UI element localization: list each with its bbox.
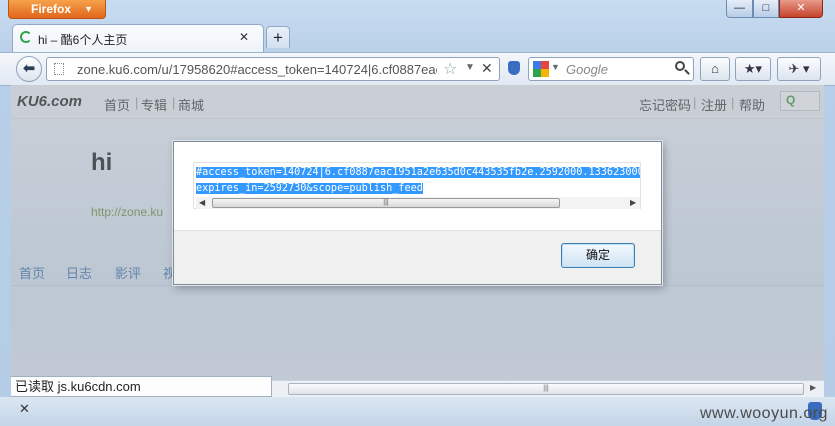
bookmark-star-icon[interactable]: ☆ [443, 59, 457, 79]
chevron-down-icon: ▼ [84, 4, 93, 14]
home-icon: ⌂ [711, 61, 719, 76]
close-icon[interactable]: ✕ [19, 401, 30, 417]
firefox-menu-button[interactable]: Firefox ▼ [8, 0, 106, 19]
back-arrow-icon: ⬅ [22, 60, 36, 77]
navigation-toolbar: ⬅ zone.ku6.com/u/17958620#access_token=1… [0, 52, 835, 86]
url-text[interactable]: zone.ku6.com/u/17958620#access_token=140… [77, 62, 437, 77]
search-bar[interactable]: ▼ Google [528, 57, 694, 81]
tab-close-icon[interactable]: ✕ [239, 30, 249, 44]
scroll-left-icon[interactable]: ◀ [199, 197, 205, 209]
google-engine-icon[interactable] [533, 61, 549, 77]
loading-spinner-icon [20, 31, 32, 43]
dialog-content: #access_token=140724|6.cf0887eac1951a2e6… [174, 142, 661, 231]
scrollbar-thumb[interactable]: ||| [212, 198, 560, 208]
search-placeholder[interactable]: Google [566, 62, 608, 77]
firefox-button-label: Firefox [31, 2, 72, 16]
page-identity-icon[interactable] [54, 63, 64, 75]
tab-title: hi – 酷6个人主页 [38, 33, 128, 47]
url-bar[interactable]: zone.ku6.com/u/17958620#access_token=140… [46, 57, 500, 81]
dialog-message-line-2: expires_in=2592730&scope=publish_feed [196, 183, 423, 194]
dialog-message-line-1: #access_token=140724|6.cf0887eac1951a2e6… [196, 167, 640, 178]
new-tab-button[interactable]: + [266, 26, 290, 48]
search-icon[interactable] [675, 61, 685, 71]
tab-active[interactable]: hi – 酷6个人主页 ✕ [12, 24, 264, 52]
url-history-dropdown-icon[interactable]: ▼ [465, 62, 475, 73]
ok-button[interactable]: 确定 [561, 243, 635, 268]
extension-button[interactable]: ✈ ▾ [777, 57, 821, 81]
scroll-right-icon[interactable]: ▶ [810, 383, 816, 392]
dialog-message[interactable]: #access_token=140724|6.cf0887eac1951a2e6… [196, 165, 640, 197]
addon-icon[interactable] [508, 61, 520, 75]
maximize-button[interactable]: □ [753, 0, 779, 18]
status-text: 已读取 js.ku6cdn.com [11, 376, 272, 397]
alert-dialog: #access_token=140724|6.cf0887eac1951a2e6… [173, 141, 662, 285]
page-horizontal-scrollbar[interactable]: ||| ▶ [272, 380, 824, 398]
scrollbar-thumb[interactable]: ||| [288, 383, 804, 395]
dialog-message-box[interactable]: #access_token=140724|6.cf0887eac1951a2e6… [193, 162, 641, 209]
stop-icon[interactable]: ✕ [481, 60, 493, 77]
scroll-right-icon[interactable]: ▶ [630, 197, 636, 209]
extension-icon: ✈ ▾ [788, 61, 810, 76]
dialog-horizontal-scrollbar[interactable]: ◀ ||| ▶ [196, 197, 640, 209]
back-button[interactable]: ⬅ [16, 56, 42, 82]
bookmarks-button[interactable]: ★▾ [735, 57, 771, 81]
chevron-down-icon[interactable]: ▼ [551, 62, 560, 72]
home-button[interactable]: ⌂ [700, 57, 730, 81]
bookmarks-icon: ★▾ [743, 61, 763, 76]
browser-window: Firefox ▼ — □ ✕ hi – 酷6个人主页 ✕ + ⬅ zone.k… [0, 0, 835, 426]
minimize-button[interactable]: — [726, 0, 753, 18]
watermark: www.wooyun.org [700, 405, 828, 422]
close-window-button[interactable]: ✕ [779, 0, 823, 18]
